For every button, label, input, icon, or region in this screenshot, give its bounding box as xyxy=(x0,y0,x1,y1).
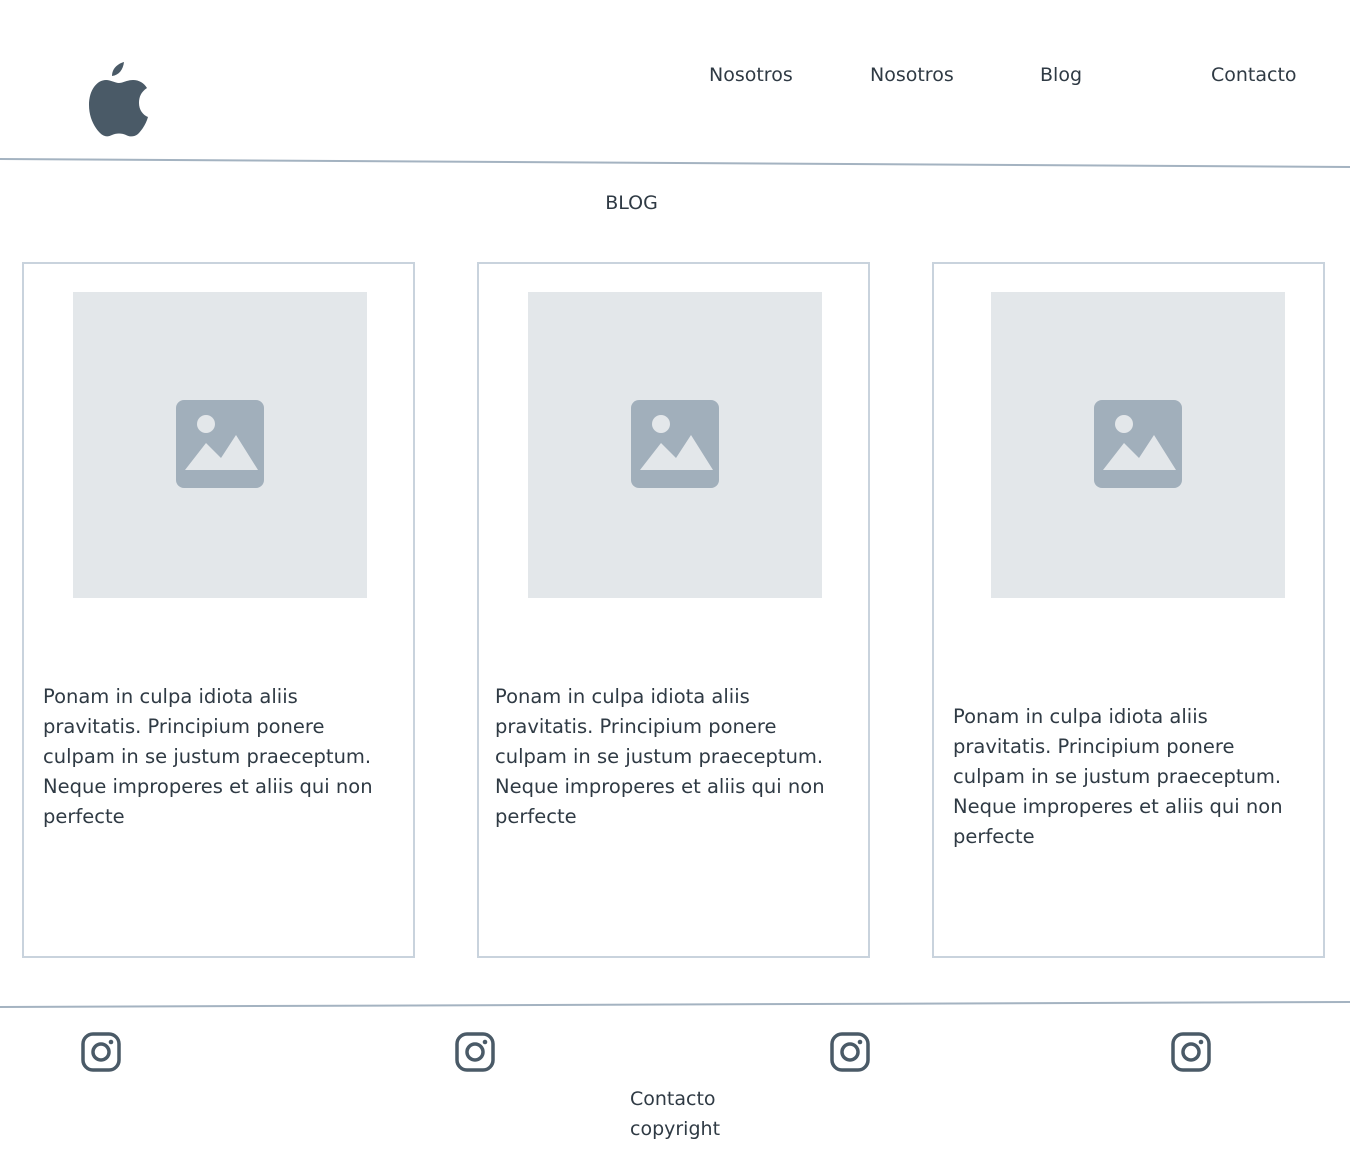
instagram-icon[interactable] xyxy=(80,1031,122,1073)
blog-card[interactable]: Ponam in culpa idiota aliis pravitatis. … xyxy=(477,262,870,958)
nav-item-nosotros-2[interactable]: Nosotros xyxy=(870,64,954,86)
card-text: Ponam in culpa idiota aliis pravitatis. … xyxy=(953,705,1283,848)
image-placeholder-icon xyxy=(631,400,719,488)
blog-card[interactable]: Ponam in culpa idiota aliis pravitatis. … xyxy=(932,262,1325,958)
card-text: Ponam in culpa idiota aliis pravitatis. … xyxy=(43,685,373,828)
footer-contact-link[interactable]: Contacto xyxy=(630,1088,716,1110)
nav-item-nosotros[interactable]: Nosotros xyxy=(709,64,793,86)
apple-logo-icon[interactable] xyxy=(86,60,152,138)
page-title: BLOG xyxy=(605,192,658,214)
card-text: Ponam in culpa idiota aliis pravitatis. … xyxy=(495,685,825,828)
blog-card[interactable]: Ponam in culpa idiota aliis pravitatis. … xyxy=(22,262,415,958)
image-placeholder-icon xyxy=(1094,400,1182,488)
footer-copyright: copyright xyxy=(630,1118,721,1140)
instagram-icon[interactable] xyxy=(829,1031,871,1073)
instagram-icon[interactable] xyxy=(1170,1031,1212,1073)
header-divider xyxy=(0,158,1350,168)
instagram-icon[interactable] xyxy=(454,1031,496,1073)
nav-item-blog[interactable]: Blog xyxy=(1040,64,1082,86)
image-placeholder-icon xyxy=(176,400,264,488)
footer-divider xyxy=(0,1001,1350,1008)
nav-item-contacto[interactable]: Contacto xyxy=(1211,64,1297,86)
card-image-placeholder xyxy=(73,292,367,598)
card-image-placeholder xyxy=(528,292,822,598)
card-image-placeholder xyxy=(991,292,1285,598)
